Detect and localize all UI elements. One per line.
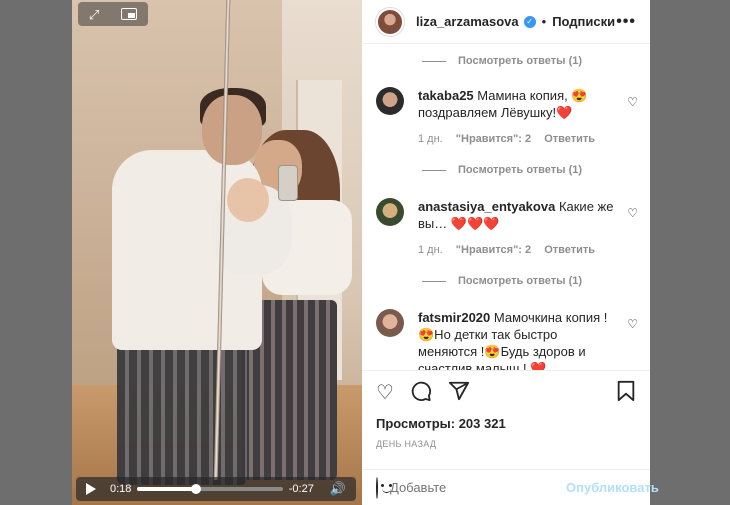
commenter-avatar[interactable] (376, 87, 404, 115)
post-side-panel: liza_arzamasova ✓ • Подписки ••• Посмотр… (362, 0, 659, 505)
video-figure-man-head (202, 95, 262, 165)
post-actions: ♡ Просмотры: 203 321 ДЕНЬ НАЗАД (362, 370, 650, 449)
comment-icon[interactable] (410, 380, 432, 406)
add-comment-bar: Опубликовать (362, 469, 659, 505)
view-replies-label: Посмотреть ответы (1) (458, 275, 583, 287)
author-username[interactable]: liza_arzamasova (416, 14, 519, 29)
follow-button[interactable]: Подписки (552, 14, 615, 29)
header-separator: • (541, 14, 547, 29)
video-seek-fill (137, 487, 196, 491)
comment-meta: 1 дн. "Нравится": 2 Ответить (418, 242, 620, 259)
comment-body: takaba25 Мамина копия, 😍 поздравляем Лёв… (418, 87, 620, 148)
view-replies-link[interactable]: Посмотреть ответы (1) (362, 45, 650, 77)
comment-body: fatsmir2020 Мамочкина копия ! 😍Но детки … (418, 309, 620, 370)
comment-author[interactable]: anastasiya_entyakova (418, 199, 555, 214)
reply-button[interactable]: Ответить (544, 244, 595, 256)
emoji-smile-icon[interactable] (376, 476, 391, 499)
video-controls-bar: 0:18 -0:27 🔊 (76, 477, 356, 501)
comment-body: anastasiya_entyakova Какие же вы… ❤️❤️❤️… (418, 198, 620, 259)
comment-likes[interactable]: "Нравится": 2 (456, 133, 531, 145)
view-replies-label: Посмотреть ответы (1) (458, 55, 583, 67)
reply-button[interactable]: Ответить (544, 133, 595, 145)
video-figure-man-pants (117, 335, 247, 485)
video-player[interactable]: ⤢ 0:18 -0:27 🔊 (72, 0, 362, 505)
commenter-avatar[interactable] (376, 309, 404, 337)
action-icons-row: ♡ (362, 371, 650, 415)
view-replies-link[interactable]: Посмотреть ответы (1) (362, 265, 650, 297)
video-remaining-time: -0:27 (288, 483, 314, 495)
commenter-avatar[interactable] (376, 198, 404, 226)
replies-divider (422, 60, 446, 62)
video-top-controls: ⤢ (78, 2, 148, 26)
video-seek-bar[interactable] (137, 484, 283, 494)
post-header: liza_arzamasova ✓ • Подписки ••• (362, 0, 650, 44)
comment-time[interactable]: 1 дн. (418, 244, 443, 256)
comment-input[interactable] (390, 480, 566, 495)
volume-icon[interactable]: 🔊 (330, 481, 346, 497)
comment-item: takaba25 Мамина копия, 😍 поздравляем Лёв… (362, 87, 650, 148)
comment-time[interactable]: 1 дн. (418, 133, 443, 145)
avatar[interactable] (376, 7, 404, 36)
comment-like-heart-icon[interactable]: ♡ (627, 206, 638, 220)
like-heart-icon[interactable]: ♡ (376, 383, 394, 403)
comment-author[interactable]: takaba25 (418, 88, 474, 103)
video-current-time: 0:18 (110, 483, 132, 495)
verified-badge-icon: ✓ (523, 15, 536, 28)
video-phone (278, 165, 298, 201)
bookmark-icon[interactable] (616, 380, 636, 406)
comment-likes[interactable]: "Нравится": 2 (456, 244, 531, 256)
comment-meta: 1 дн. "Нравится": 2 Ответить (418, 131, 620, 148)
comment-like-heart-icon[interactable]: ♡ (627, 95, 638, 109)
comment-like-heart-icon[interactable]: ♡ (627, 317, 638, 331)
video-figure-baby-head (227, 178, 269, 222)
replies-divider (422, 280, 446, 282)
pip-icon[interactable] (121, 8, 138, 20)
video-seek-knob[interactable] (190, 484, 201, 494)
more-options-icon[interactable]: ••• (616, 13, 636, 31)
play-icon[interactable] (86, 483, 96, 495)
comment-author[interactable]: fatsmir2020 (418, 310, 490, 325)
views-count[interactable]: Просмотры: 203 321 (362, 416, 650, 431)
share-icon[interactable] (448, 380, 470, 406)
comment-item: anastasiya_entyakova Какие же вы… ❤️❤️❤️… (362, 198, 650, 259)
comment-item: fatsmir2020 Мамочкина копия ! 😍Но детки … (362, 309, 650, 370)
comments-list[interactable]: Посмотреть ответы (1) takaba25 Мамина ко… (362, 45, 650, 370)
replies-divider (422, 169, 446, 171)
post-time[interactable]: ДЕНЬ НАЗАД (362, 439, 650, 449)
view-replies-link[interactable]: Посмотреть ответы (1) (362, 154, 650, 186)
publish-button[interactable]: Опубликовать (566, 480, 659, 495)
expand-icon[interactable]: ⤢ (89, 8, 99, 21)
view-replies-label: Посмотреть ответы (1) (458, 164, 583, 176)
